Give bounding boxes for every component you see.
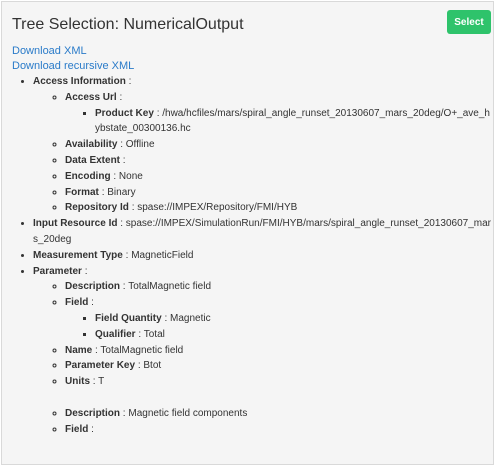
tree-item-repository-id: Repository Id : spase://IMPEX/Repository… bbox=[65, 200, 492, 216]
tree-item-access-information: Access Information : Access Url : Produc… bbox=[33, 74, 492, 216]
tree-root-list: Access Information : Access Url : Produc… bbox=[12, 74, 492, 438]
download-xml-link[interactable]: Download XML bbox=[12, 44, 134, 59]
key-access-url: Access Url bbox=[65, 91, 117, 103]
key-data-extent: Data Extent bbox=[65, 154, 121, 166]
separator: : bbox=[156, 107, 160, 119]
value-product-key: /hwa/hcfiles/mars/spiral_angle_runset_20… bbox=[95, 107, 490, 135]
separator: : bbox=[84, 265, 88, 277]
value-repository-id: spase://IMPEX/Repository/FMI/HYB bbox=[137, 202, 298, 214]
key-name: Name bbox=[65, 344, 93, 356]
key-availability: Availability bbox=[65, 139, 118, 151]
key-description: Description bbox=[65, 407, 121, 419]
separator: : bbox=[92, 376, 96, 388]
tree-item-parameter: Parameter : Description : TotalMagnetic … bbox=[33, 264, 492, 438]
key-parameter: Parameter bbox=[33, 265, 82, 277]
separator: : bbox=[122, 407, 126, 419]
key-qualifier: Qualifier bbox=[95, 328, 136, 340]
separator: : bbox=[113, 170, 117, 182]
value-field-quantity: Magnetic bbox=[170, 312, 211, 324]
value-format: Binary bbox=[107, 186, 136, 198]
separator: : bbox=[101, 186, 105, 198]
separator: : bbox=[122, 281, 126, 293]
separator: : bbox=[125, 249, 129, 261]
key-units: Units bbox=[65, 376, 90, 388]
tree-item-units: Units : T bbox=[65, 374, 492, 390]
value-description: Magnetic field components bbox=[128, 407, 248, 419]
key-measurement-type: Measurement Type bbox=[33, 249, 123, 261]
separator: : bbox=[122, 154, 126, 166]
value-name: TotalMagnetic field bbox=[100, 344, 184, 356]
tree-item-product-key: Product Key : /hwa/hcfiles/mars/spiral_a… bbox=[95, 106, 492, 138]
tree-item-description: Description : TotalMagnetic field bbox=[65, 279, 492, 295]
tree-item-encoding: Encoding : None bbox=[65, 169, 492, 185]
tree-item-description: Description : Magnetic field components bbox=[65, 406, 492, 422]
separator: : bbox=[164, 312, 168, 324]
tree-item-access-url: Access Url : Product Key : /hwa/hcfiles/… bbox=[65, 90, 492, 137]
separator: : bbox=[138, 328, 142, 340]
key-repository-id: Repository Id bbox=[65, 202, 129, 214]
key-field: Field bbox=[65, 297, 89, 309]
separator: : bbox=[91, 423, 94, 435]
tree-item-data-extent: Data Extent : bbox=[65, 153, 492, 169]
panel-title: Tree Selection: NumericalOutput bbox=[12, 16, 244, 33]
value-encoding: None bbox=[118, 170, 143, 182]
tree-selection-panel: Tree Selection: NumericalOutput Select D… bbox=[1, 1, 494, 465]
key-encoding: Encoding bbox=[65, 170, 111, 182]
separator: : bbox=[131, 202, 135, 214]
key-field: Field bbox=[65, 423, 89, 435]
download-recursive-xml-link[interactable]: Download recursive XML bbox=[12, 59, 134, 74]
parameter-spacer bbox=[33, 390, 492, 406]
key-format: Format bbox=[65, 186, 99, 198]
value-parameter-key: Btot bbox=[143, 360, 162, 372]
tree-item-field-quantity: Field Quantity : Magnetic bbox=[95, 311, 492, 327]
separator: : bbox=[95, 344, 98, 356]
value-description: TotalMagnetic field bbox=[128, 281, 212, 293]
tree-item-input-resource-id: Input Resource Id : spase://IMPEX/Simula… bbox=[33, 216, 492, 248]
key-field-quantity: Field Quantity bbox=[95, 312, 162, 324]
value-measurement-type: MagneticField bbox=[131, 249, 194, 261]
tree-item-field: Field : bbox=[65, 422, 492, 438]
key-input-resource-id: Input Resource Id bbox=[33, 218, 118, 230]
separator: : bbox=[128, 76, 132, 87]
separator: : bbox=[120, 218, 124, 230]
key-description: Description bbox=[65, 281, 121, 293]
tree-item-format: Format : Binary bbox=[65, 185, 492, 201]
value-availability: Offline bbox=[125, 139, 155, 151]
key-parameter-key: Parameter Key bbox=[65, 360, 136, 372]
resource-tree: Access Information : Access Url : Produc… bbox=[12, 74, 492, 438]
select-button[interactable]: Select bbox=[447, 10, 491, 34]
download-links: Download XML Download recursive XML bbox=[12, 44, 134, 74]
tree-item-availability: Availability : Offline bbox=[65, 137, 492, 153]
separator: : bbox=[137, 360, 141, 372]
tree-item-measurement-type: Measurement Type : MagneticField bbox=[33, 248, 492, 264]
tree-item-name: Name : TotalMagnetic field bbox=[65, 343, 492, 359]
separator: : bbox=[119, 91, 123, 103]
key-product-key: Product Key bbox=[95, 107, 154, 119]
tree-item-parameter-key: Parameter Key : Btot bbox=[65, 358, 492, 374]
value-units: T bbox=[98, 376, 105, 388]
separator: : bbox=[120, 139, 123, 151]
key-access-information: Access Information bbox=[33, 76, 126, 87]
tree-item-qualifier: Qualifier : Total bbox=[95, 327, 492, 343]
tree-item-field: Field : Field Quantity : Magnetic Qualif… bbox=[65, 295, 492, 342]
value-qualifier: Total bbox=[143, 328, 165, 340]
separator: : bbox=[91, 297, 94, 309]
